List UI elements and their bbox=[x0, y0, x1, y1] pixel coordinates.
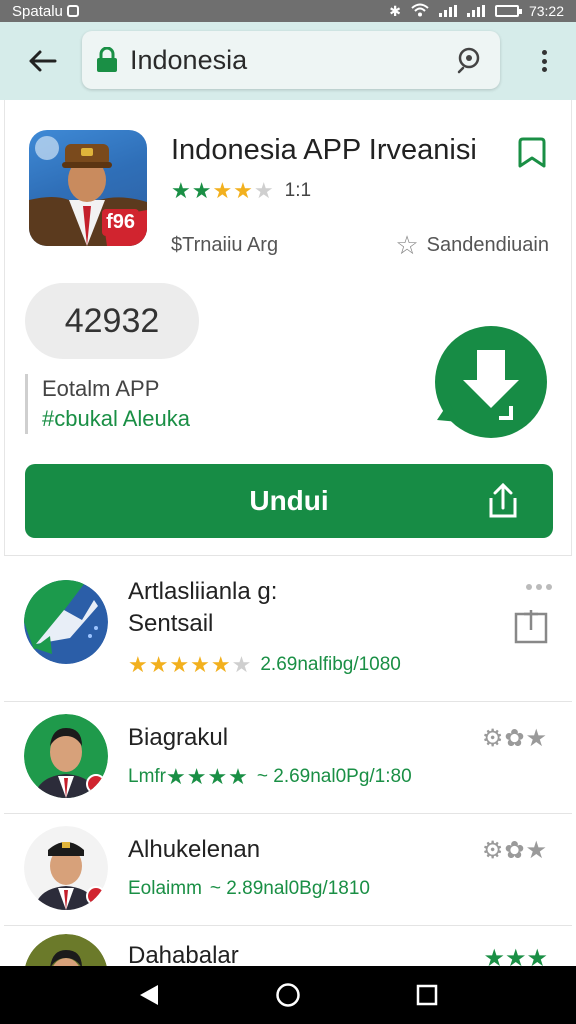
download-fab[interactable] bbox=[429, 324, 547, 442]
list-item-dev: Eolaimm bbox=[128, 878, 202, 899]
gear-icon[interactable]: ⚙✿★ bbox=[482, 724, 548, 753]
bluetooth-icon: ✱ bbox=[389, 2, 401, 19]
arrow-left-icon bbox=[29, 50, 57, 72]
star-icon[interactable]: ★★★ bbox=[483, 944, 548, 966]
status-left: Spatalu bbox=[12, 3, 79, 20]
app-icon[interactable]: f96 bbox=[29, 130, 147, 246]
more-options-button[interactable] bbox=[534, 46, 554, 76]
share-icon[interactable] bbox=[485, 482, 521, 520]
search-icon[interactable] bbox=[454, 44, 486, 76]
status-bar: Spatalu ✱ 73:22 bbox=[0, 0, 576, 22]
list-item-size: 2.69nalfibg/1080 bbox=[260, 654, 401, 675]
app-avatar bbox=[24, 934, 108, 966]
status-right: ✱ 73:22 bbox=[389, 3, 564, 20]
similar-link[interactable]: ☆ Sandendiuain bbox=[395, 230, 549, 261]
signal-icon-2 bbox=[466, 5, 485, 17]
category-name: Eotalm APP bbox=[42, 376, 160, 401]
clock: 73:22 bbox=[528, 3, 564, 19]
signal-icon bbox=[438, 5, 457, 17]
search-query[interactable]: Indonesia bbox=[130, 45, 454, 76]
gear-icon[interactable]: ⚙✿★ bbox=[482, 836, 548, 865]
install-count: 42932 bbox=[64, 301, 160, 340]
lock-icon bbox=[96, 46, 118, 73]
verified-badge-icon bbox=[86, 774, 106, 794]
list-item[interactable]: Dahabalar ★★★ bbox=[4, 926, 572, 966]
list-item-more-button[interactable] bbox=[526, 584, 552, 590]
app-avatar bbox=[24, 826, 108, 910]
notification-icon bbox=[66, 5, 79, 17]
install-button-label: Undui bbox=[249, 485, 329, 516]
search-bar[interactable]: Indonesia bbox=[82, 31, 500, 89]
wifi-icon bbox=[411, 3, 429, 20]
list-item-stars: ★★★★ bbox=[166, 764, 249, 789]
nav-home-button[interactable] bbox=[268, 975, 308, 1015]
back-button[interactable] bbox=[12, 31, 72, 91]
similar-label: Sandendiuain bbox=[426, 234, 549, 256]
list-item-title: Dahabalar bbox=[128, 942, 239, 966]
system-nav-bar bbox=[0, 966, 576, 1024]
category-sub[interactable]: #cbukal Aleuka bbox=[42, 404, 190, 434]
install-button[interactable]: Undui bbox=[25, 464, 553, 538]
carrier-label: Spatalu bbox=[12, 2, 63, 20]
app-title: Indonesia APP Irveanisi bbox=[171, 134, 477, 166]
list-item[interactable]: Alhukelenan Eolaimm ~ 2.89nal0Bg/1810 ⚙✿… bbox=[4, 814, 572, 926]
app-detail-card: f96 Indonesia APP Irveanisi ★★★★★ 1:1 $T… bbox=[4, 100, 572, 555]
install-icon[interactable] bbox=[514, 608, 548, 644]
verified-badge-icon bbox=[86, 886, 106, 906]
list-item-meta: ★★★★★★ 2.69nalfibg/1080 bbox=[128, 654, 401, 676]
nav-recents-button[interactable] bbox=[407, 975, 447, 1015]
list-item-title: Biagrakul bbox=[128, 724, 229, 751]
rating-stars: ★★★★★ bbox=[171, 178, 275, 203]
list-item[interactable]: Biagrakul Lmfr ★★★★ ~ 2.69nal0Pg/1:80 ⚙✿… bbox=[4, 702, 572, 814]
rating-row: ★★★★★ 1:1 bbox=[171, 180, 311, 202]
battery-icon bbox=[494, 5, 522, 17]
install-count-pill: 42932 bbox=[25, 283, 199, 359]
list-item-dev: Lmfr bbox=[128, 766, 166, 787]
download-icon bbox=[435, 326, 547, 438]
nav-back-button[interactable] bbox=[129, 975, 169, 1015]
list-item-title: Artlasliianla g: bbox=[128, 578, 278, 605]
app-icon-badge: f96 bbox=[102, 209, 139, 236]
list-item-size: ~ 2.89nal0Bg/1810 bbox=[209, 878, 370, 899]
bookmark-button[interactable] bbox=[515, 136, 551, 172]
list-item-title: Alhukelenan bbox=[128, 836, 261, 863]
top-app-bar: Indonesia bbox=[0, 22, 576, 100]
app-avatar bbox=[24, 714, 108, 798]
star-outline-icon: ☆ bbox=[395, 230, 419, 260]
triangle-back-icon bbox=[140, 985, 159, 1005]
list-item[interactable]: Artlasliianla g: Sentsail ★★★★★★ 2.69nal… bbox=[4, 556, 572, 701]
list-item-size: ~ 2.69nal0Pg/1:80 bbox=[256, 766, 412, 787]
list-item-meta: Lmfr ★★★★ ~ 2.69nal0Pg/1:80 bbox=[128, 766, 412, 788]
list-item-subtitle: Sentsail bbox=[128, 610, 214, 637]
app-avatar bbox=[24, 580, 108, 664]
bookmark-icon bbox=[518, 137, 546, 168]
developer-name[interactable]: $Trnaiiu Arg bbox=[171, 234, 278, 257]
list-item-stars: ★★★★★★ bbox=[128, 652, 253, 677]
circle-home-icon bbox=[276, 983, 300, 1007]
rating-count: 1:1 bbox=[284, 180, 312, 201]
list-item-meta: Eolaimm ~ 2.89nal0Bg/1810 bbox=[128, 878, 370, 900]
square-recents-icon bbox=[416, 984, 437, 1006]
category-block: Eotalm APP #cbukal Aleuka bbox=[25, 374, 190, 434]
